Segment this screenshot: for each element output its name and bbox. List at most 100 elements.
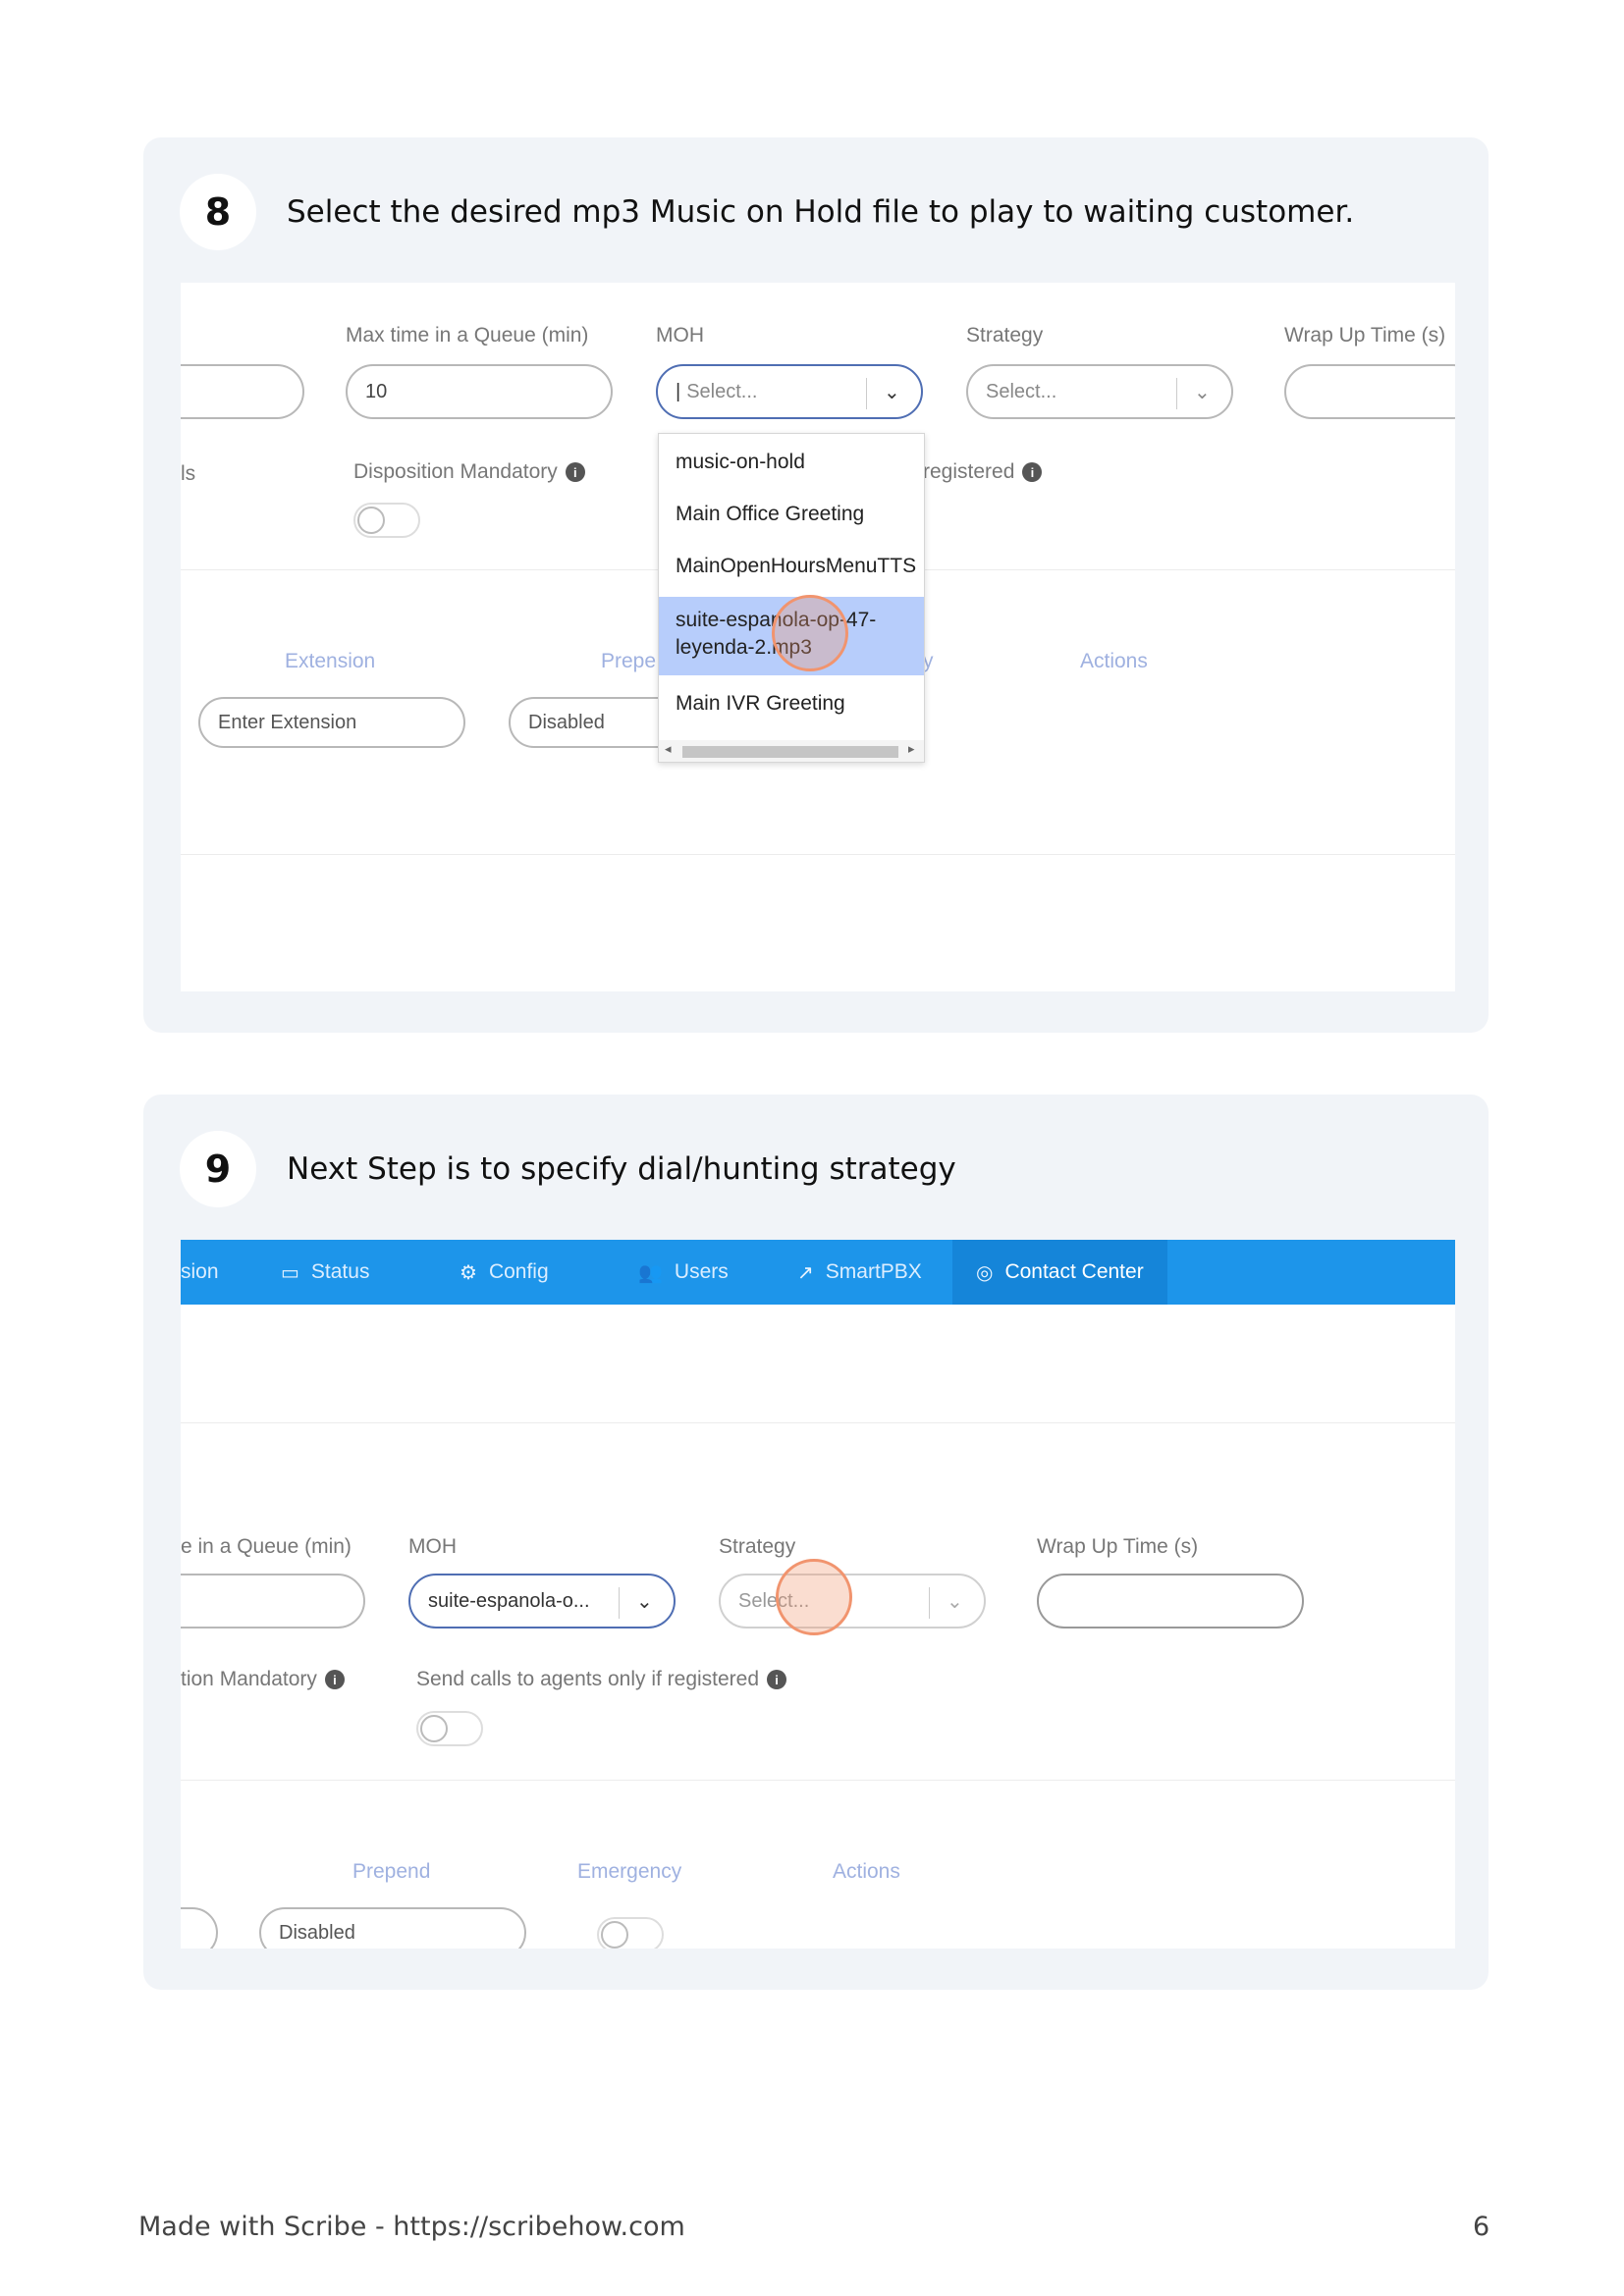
row2-left-label: ls [181,462,196,485]
step-number: 9 [180,1131,256,1207]
wrap-up-input[interactable] [1284,364,1455,419]
moh-option[interactable]: music-on-hold [659,444,924,481]
moh-option[interactable]: Main Office Greeting [659,496,924,533]
strategy-select-value: Select... [986,380,1057,402]
step-8-card: 8 Select the desired mp3 Music on Hold f… [143,137,1489,1033]
nav-item-users[interactable]: 👥 Users [638,1240,729,1305]
registered-label-text: registered [923,460,1015,483]
moh-select-value: suite-espanola-o... [428,1589,590,1612]
nav-label: SmartPBX [825,1260,922,1283]
moh-dropdown-list[interactable]: music-on-hold Main Office Greeting MainO… [658,433,925,763]
step-9-card: 9 Next Step is to specify dial/hunting s… [143,1095,1489,1990]
nav-item-status[interactable]: ▭ Status [281,1240,369,1305]
strategy-select[interactable]: Select... ⌄ [966,364,1233,419]
max-time-input[interactable] [181,1574,365,1629]
text-cursor: | [676,380,681,402]
wrap-up-label: Wrap Up Time (s) [1284,324,1446,347]
chevron-down-icon[interactable]: ⌄ [1194,380,1211,404]
select-divider [929,1587,930,1619]
extension-input[interactable] [181,1907,218,1949]
disposition-label-text: Disposition Mandatory [353,460,558,483]
max-time-value: 10 [365,380,388,402]
nav-label: sion [181,1260,219,1283]
moh-select-value: Select... [686,380,758,402]
prepend-column-header: Prepe [601,650,657,672]
extension-column-header: Extension [285,650,376,672]
click-indicator [772,595,848,671]
screenshot-queue-strategy: sion ▭ Status ⚙ Config 👥 Users ↗ SmartPB… [181,1240,1455,1949]
disposition-label: Disposition Mandatory i [353,460,585,484]
scroll-left-icon[interactable]: ◂ [665,741,672,757]
top-navigation-bar: sion ▭ Status ⚙ Config 👥 Users ↗ SmartPB… [181,1240,1455,1305]
moh-select[interactable]: | Select... ⌄ [656,364,923,419]
click-indicator [776,1559,852,1635]
wrap-up-input[interactable] [1037,1574,1304,1629]
nav-item-contact-center[interactable]: ◎ Contact Center [952,1240,1167,1305]
nav-label: Config [488,1260,549,1283]
disposition-toggle[interactable] [353,503,420,538]
step-description: Select the desired mp3 Music on Hold fil… [287,194,1355,230]
registered-label: registered i [923,460,1043,484]
step-number: 8 [180,174,256,250]
section-divider [181,1780,1455,1781]
max-time-input[interactable]: 10 [346,364,613,419]
page-number: 6 [1473,2212,1490,2242]
send-calls-toggle[interactable] [416,1711,483,1746]
select-divider [1176,378,1177,409]
emergency-toggle[interactable] [597,1917,664,1949]
info-icon[interactable]: i [1022,462,1043,483]
chevron-down-icon[interactable]: ⌄ [947,1589,963,1614]
nav-item-session[interactable]: sion [181,1240,219,1305]
footer-credit[interactable]: Made with Scribe - https://scribehow.com [138,2212,685,2242]
chevron-down-icon[interactable]: ⌄ [884,380,900,404]
nav-label: Status [310,1260,370,1283]
previous-field[interactable] [181,364,304,419]
actions-column-header: Actions [1080,650,1148,672]
moh-select[interactable]: suite-espanola-o... ⌄ [408,1574,676,1629]
section-divider [181,854,1455,855]
section-divider [181,1422,1455,1423]
extension-placeholder: Enter Extension [218,711,357,733]
dropdown-horizontal-scrollbar[interactable]: ◂ ▸ [659,740,924,762]
external-link-icon: ↗ [797,1261,814,1284]
strategy-select[interactable]: Select... ⌄ [719,1574,986,1629]
screenshot-queue-settings: Max time in a Queue (min) MOH Strategy W… [181,283,1455,991]
strategy-label: Strategy [966,324,1044,347]
chevron-down-icon[interactable]: ⌄ [636,1589,653,1614]
strategy-label: Strategy [719,1535,796,1558]
wrap-up-label: Wrap Up Time (s) [1037,1535,1199,1558]
monitor-icon: ▭ [281,1261,299,1284]
prepend-select[interactable]: Disabled [259,1907,526,1949]
emergency-column-header: Emergency [577,1860,682,1883]
info-icon[interactable]: i [767,1670,787,1690]
gear-icon: ⚙ [460,1261,477,1284]
nav-item-config[interactable]: ⚙ Config [460,1240,549,1305]
disposition-label: tion Mandatory i [181,1668,345,1691]
actions-column-header: Actions [833,1860,900,1883]
step-description: Next Step is to specify dial/hunting str… [287,1151,956,1187]
max-time-label: Max time in a Queue (min) [346,324,589,347]
select-divider [866,378,867,409]
nav-item-smartpbx[interactable]: ↗ SmartPBX [797,1240,922,1305]
max-time-label: e in a Queue (min) [181,1535,352,1558]
moh-option[interactable]: MainOpenHoursMenuTTS [659,548,924,585]
moh-option[interactable]: Main IVR Greeting [659,685,924,722]
prepend-column-header: Prepend [352,1860,431,1883]
scroll-right-icon[interactable]: ▸ [908,741,915,757]
send-calls-label: Send calls to agents only if registered i [416,1668,787,1691]
extension-input[interactable]: Enter Extension [198,697,465,748]
moh-label: MOH [408,1535,457,1558]
info-icon[interactable]: i [324,1670,345,1690]
nav-label: Contact Center [1004,1260,1144,1283]
prepend-value: Disabled [528,711,605,733]
info-icon[interactable]: i [565,462,585,483]
users-icon: 👥 [638,1261,663,1284]
headset-icon: ◎ [976,1261,994,1284]
disposition-label-text: tion Mandatory [181,1668,317,1690]
prepend-value: Disabled [279,1921,355,1944]
moh-label: MOH [656,324,704,347]
nav-label: Users [674,1260,729,1283]
scrollbar-thumb[interactable] [682,746,898,758]
send-calls-label-text: Send calls to agents only if registered [416,1668,760,1690]
select-divider [619,1587,620,1619]
